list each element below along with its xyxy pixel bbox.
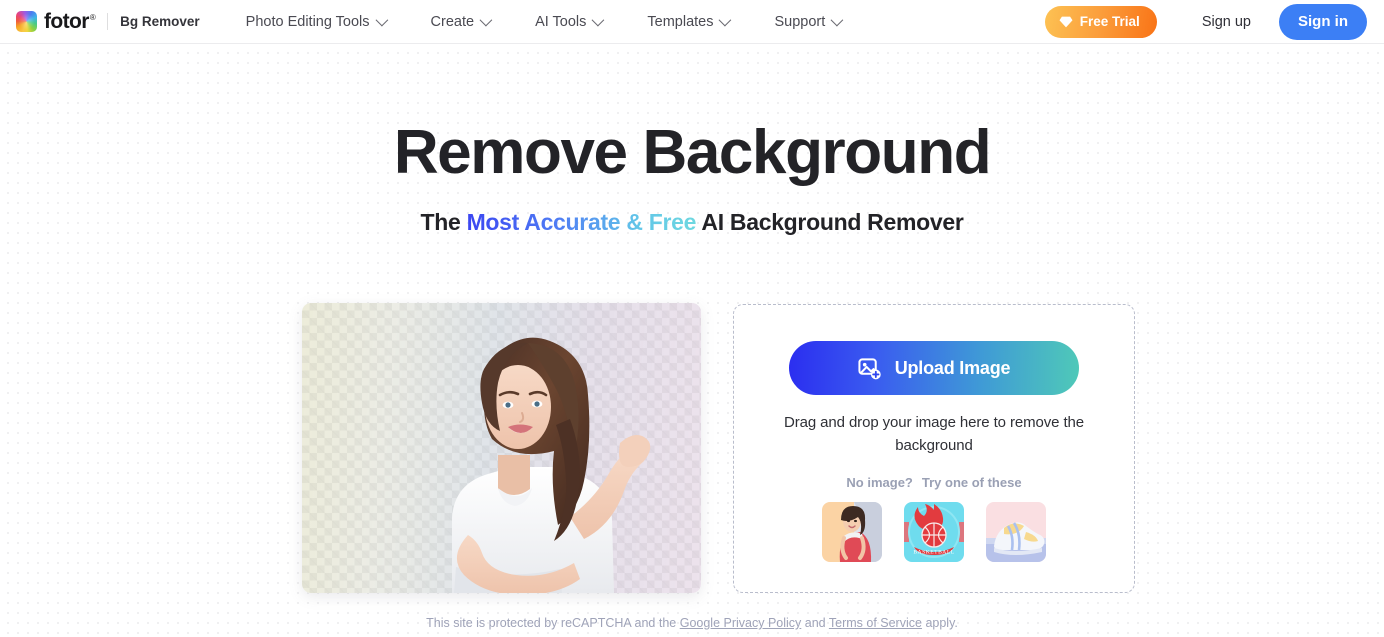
free-trial-button[interactable]: Free Trial bbox=[1044, 5, 1157, 38]
image-plus-icon bbox=[858, 357, 881, 379]
chevron-down-icon bbox=[830, 13, 844, 27]
brand-area[interactable]: fotor® Bg Remover bbox=[16, 11, 200, 32]
nav-item-create[interactable]: Create bbox=[430, 13, 493, 30]
brand-divider bbox=[107, 13, 109, 30]
basketball-flame-logo-thumbnail[interactable]: BASKETBALL bbox=[904, 502, 964, 562]
nav-item-photo-editing-tools[interactable]: Photo Editing Tools bbox=[245, 13, 388, 30]
thumbnail-art bbox=[986, 502, 1046, 562]
sneaker-thumbnail[interactable] bbox=[986, 502, 1046, 562]
thumbnail-art: BASKETBALL bbox=[904, 502, 964, 562]
registered-trademark-icon: ® bbox=[89, 13, 96, 22]
upload-button-label: Upload Image bbox=[894, 357, 1011, 378]
woman-in-red-dress-thumbnail[interactable] bbox=[822, 502, 882, 562]
chevron-down-icon bbox=[375, 13, 388, 27]
fotor-rainbow-logo-icon bbox=[16, 11, 37, 32]
google-privacy-policy-link[interactable]: Google Privacy Policy bbox=[680, 616, 802, 630]
terms-of-service-link[interactable]: Terms of Service bbox=[829, 616, 922, 630]
sign-in-button[interactable]: Sign in bbox=[1279, 3, 1367, 40]
background-removed-preview bbox=[302, 303, 701, 593]
logo-wordmark: fotor® bbox=[44, 10, 96, 33]
nav-item-templates[interactable]: Templates bbox=[647, 13, 732, 30]
header-actions: Free Trial Sign up Sign in bbox=[1044, 3, 1384, 40]
nav-item-support[interactable]: Support bbox=[774, 13, 844, 30]
nav-label: Support bbox=[774, 13, 826, 30]
main-nav: Photo Editing Tools Create AI Tools Temp… bbox=[245, 13, 844, 30]
nav-item-ai-tools[interactable]: AI Tools bbox=[535, 13, 605, 30]
try-one-label: Try one of these bbox=[921, 475, 1022, 490]
recaptcha-text-after: apply. bbox=[921, 616, 958, 630]
page-title: Remove Background bbox=[393, 118, 992, 187]
top-navigation-bar: fotor® Bg Remover Photo Editing Tools Cr… bbox=[0, 0, 1384, 44]
subtitle-prefix: The bbox=[420, 209, 467, 235]
chevron-down-icon bbox=[591, 13, 605, 27]
upload-image-button[interactable]: Upload Image bbox=[789, 341, 1079, 395]
woman-photo-illustration bbox=[452, 337, 651, 593]
chevron-down-icon bbox=[479, 13, 493, 27]
chevron-down-icon bbox=[719, 13, 732, 27]
recaptcha-text-before: This site is protected by reCAPTCHA and … bbox=[426, 616, 680, 630]
subtitle-suffix: AI Background Remover bbox=[696, 209, 964, 235]
page-subtitle: The Most Accurate & Free AI Background R… bbox=[0, 209, 1384, 236]
upload-dropzone[interactable]: Upload Image Drag and drop your image he… bbox=[733, 304, 1135, 593]
thumbnail-art bbox=[822, 502, 882, 562]
product-label: Bg Remover bbox=[120, 14, 200, 29]
free-trial-label: Free Trial bbox=[1079, 14, 1140, 29]
svg-text:BASKETBALL: BASKETBALL bbox=[913, 549, 954, 555]
recaptcha-text-middle: and bbox=[801, 616, 829, 630]
diamond-gem-icon bbox=[1059, 16, 1073, 27]
drop-instruction-text: Drag and drop your image here to remove … bbox=[783, 414, 1085, 454]
sample-thumbnails: BASKETBALL bbox=[822, 502, 1046, 562]
nav-label: Photo Editing Tools bbox=[245, 13, 370, 30]
nav-label: Create bbox=[430, 13, 475, 30]
recaptcha-notice: This site is protected by reCAPTCHA and … bbox=[0, 616, 1384, 630]
nav-label: AI Tools bbox=[535, 13, 587, 30]
no-image-label: No image? bbox=[846, 475, 913, 490]
nav-label: Templates bbox=[647, 13, 714, 30]
sample-prompt-row: No image? Try one of these bbox=[846, 475, 1021, 490]
sign-up-link[interactable]: Sign up bbox=[1202, 14, 1251, 30]
subtitle-highlight: Most Accurate & Free bbox=[466, 209, 697, 235]
